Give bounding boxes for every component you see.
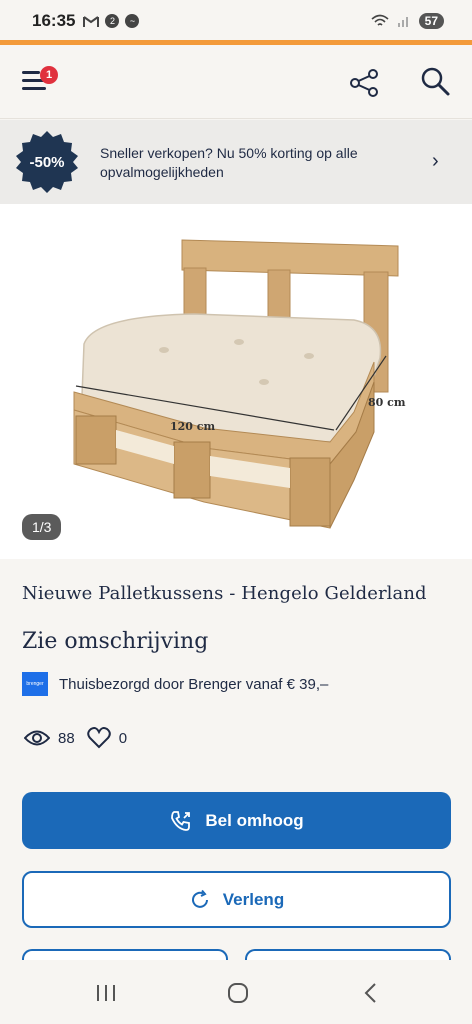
phone-arrow-icon (169, 809, 193, 833)
listing-price: Zie omschrijving (22, 629, 209, 654)
renew-label: Verleng (222, 889, 285, 909)
brenger-logo: brenger (22, 672, 48, 696)
listing-title: Nieuwe Palletkussens - Hengelo Gelderlan… (22, 583, 427, 604)
refresh-icon (189, 889, 211, 911)
recent-apps-icon (97, 985, 115, 1001)
heart-icon[interactable] (86, 727, 111, 749)
back-icon (364, 983, 376, 1003)
call-up-button[interactable]: Bel omhoog (22, 792, 451, 849)
back-button[interactable] (350, 978, 390, 1008)
call-up-label: Bel omhoog (205, 810, 304, 830)
promo-text: Sneller verkopen? Nu 50% korting op alle… (100, 145, 358, 180)
photo-gallery[interactable]: 120 cm 80 cm 1/3 (0, 204, 472, 559)
share-icon (350, 69, 378, 97)
home-button[interactable] (218, 978, 258, 1008)
chevron-right-icon: › (432, 150, 439, 172)
signal-icon (397, 17, 408, 27)
status-bar: 16:35 2 ~ 57 (0, 0, 472, 42)
discount-badge: -50% (16, 131, 78, 193)
renew-button[interactable]: Verleng (22, 871, 451, 928)
menu-notification-badge: 1 (40, 66, 58, 84)
home-icon (228, 983, 248, 1003)
listing-stats: 88 0 (24, 727, 139, 749)
dimension-width-label: 120 cm (170, 420, 215, 433)
photo-counter: 1/3 (22, 514, 62, 540)
views-count: 88 (58, 729, 75, 747)
dimension-depth-label: 80 cm (368, 396, 406, 409)
gmail-icon (83, 15, 100, 27)
delivery-text: Thuisbezorgd door Brenger vanaf € 39,– (59, 675, 329, 693)
promo-banner[interactable]: -50% Sneller verkopen? Nu 50% korting op… (0, 120, 472, 204)
discount-badge-text: -50% (29, 154, 64, 171)
share-button[interactable] (348, 67, 380, 99)
search-icon (421, 67, 450, 96)
messenger-icon: ~ (125, 14, 140, 28)
app-header: 1 (0, 45, 472, 119)
system-nav-bar (0, 960, 472, 1024)
recent-apps-button[interactable] (86, 978, 126, 1008)
favorites-count: 0 (118, 729, 128, 747)
delivery-info[interactable]: brenger Thuisbezorgd door Brenger vanaf … (22, 672, 328, 696)
notification-icons: 2 ~ (83, 14, 140, 28)
product-photo: 120 cm 80 cm (24, 232, 448, 544)
eye-icon (24, 730, 50, 746)
search-button[interactable] (418, 65, 452, 99)
status-time: 16:35 (32, 11, 76, 30)
2-icon: 2 (105, 14, 120, 28)
wifi-icon (371, 14, 389, 26)
battery-indicator: 57 (418, 13, 444, 29)
